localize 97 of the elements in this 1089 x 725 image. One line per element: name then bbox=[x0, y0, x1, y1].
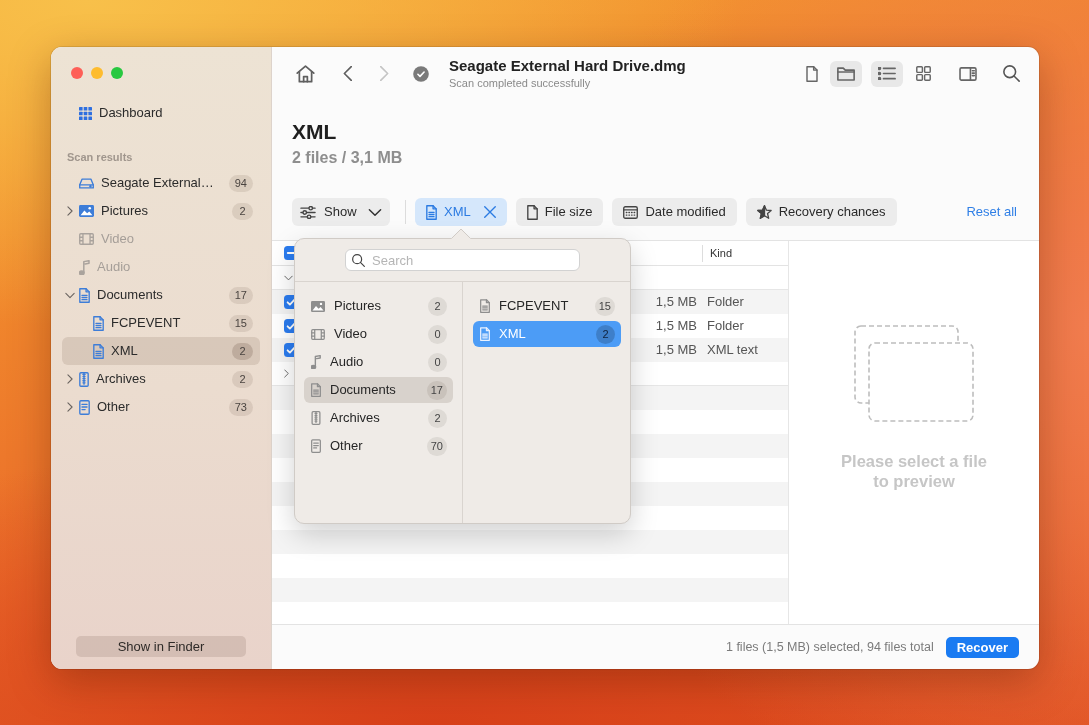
chevron-right-icon[interactable] bbox=[67, 402, 73, 412]
close-window-button[interactable] bbox=[71, 67, 83, 79]
subcategory-item[interactable]: FCPEVENT 15 bbox=[473, 293, 621, 319]
selection-summary: 1 files (1,5 MB) selected, 94 files total bbox=[725, 638, 934, 656]
category-item[interactable]: Audio 0 bbox=[304, 349, 453, 375]
scan-status-text: Scan completed successfully bbox=[449, 77, 592, 90]
page-title: XML bbox=[292, 120, 338, 144]
category-item[interactable]: Video 0 bbox=[304, 321, 453, 347]
chevron-down-icon[interactable] bbox=[65, 291, 75, 299]
sidebar-item[interactable]: XML 2 bbox=[62, 337, 260, 365]
chevron-down-icon[interactable] bbox=[284, 274, 293, 281]
document-icon bbox=[311, 383, 321, 397]
image-icon bbox=[79, 205, 94, 217]
count-badge: 2 bbox=[428, 296, 447, 316]
table-cell-text: Folder bbox=[707, 317, 744, 336]
folder-icon bbox=[837, 66, 855, 81]
count-badge: 15 bbox=[228, 314, 253, 332]
document-icon bbox=[93, 343, 104, 359]
zipper-file-icon bbox=[79, 371, 89, 387]
film-icon bbox=[311, 328, 325, 340]
home-icon[interactable] bbox=[296, 64, 315, 83]
count-badge: 2 bbox=[596, 324, 615, 344]
sidebar-item[interactable]: Documents 17 bbox=[62, 281, 260, 309]
category-item[interactable]: Documents 17 bbox=[304, 377, 453, 403]
count-badge: 17 bbox=[426, 380, 447, 400]
table-cell-text: 1,5 MB bbox=[655, 317, 697, 336]
text-page-icon bbox=[311, 439, 321, 453]
close-icon[interactable] bbox=[483, 206, 496, 218]
file-icon bbox=[806, 65, 818, 82]
table-cell-text: 1,5 MB bbox=[655, 293, 697, 312]
document-icon bbox=[480, 327, 490, 341]
show-dropdown-button[interactable]: Show bbox=[292, 198, 390, 226]
filter-chip[interactable]: Recovery chances bbox=[745, 198, 897, 226]
table-cell-text: XML text bbox=[707, 341, 758, 360]
count-badge: 94 bbox=[228, 174, 253, 192]
count-badge: 15 bbox=[594, 296, 615, 316]
filter-chip[interactable]: Date modified bbox=[612, 198, 737, 226]
sliders-icon bbox=[300, 205, 316, 219]
subcategory-item[interactable]: XML 2 bbox=[473, 321, 621, 347]
table-cell-text: 1,5 MB bbox=[655, 341, 697, 360]
chevron-right-icon[interactable] bbox=[67, 206, 73, 216]
calendar-icon bbox=[623, 205, 639, 219]
file-icon bbox=[526, 204, 538, 220]
chevron-left-icon[interactable] bbox=[343, 66, 352, 81]
sidebar-item[interactable]: Seagate External… 94 bbox=[62, 169, 260, 197]
list-view-button[interactable] bbox=[871, 60, 903, 87]
sidebar-item[interactable]: Dashboard bbox=[62, 99, 260, 127]
reset-all-link[interactable]: Reset all bbox=[966, 202, 1017, 222]
count-badge: 73 bbox=[228, 398, 253, 416]
sidebar-item[interactable]: Archives 2 bbox=[62, 365, 260, 393]
category-item[interactable]: Other 70 bbox=[304, 433, 453, 459]
grid-icon bbox=[915, 66, 931, 81]
document-icon bbox=[79, 287, 90, 303]
column-header[interactable]: Kind bbox=[710, 246, 733, 260]
search-icon bbox=[352, 254, 365, 267]
filter-chip[interactable]: File size bbox=[515, 198, 604, 226]
count-badge: 2 bbox=[428, 408, 447, 428]
category-item[interactable]: Pictures 2 bbox=[304, 293, 453, 319]
document-icon bbox=[426, 204, 437, 220]
count-badge: 70 bbox=[426, 436, 447, 456]
count-badge: 0 bbox=[428, 324, 447, 344]
folder-view-button[interactable] bbox=[830, 60, 862, 87]
hard-drive-icon bbox=[79, 177, 94, 189]
tile-grid-icon bbox=[79, 106, 92, 120]
star-icon bbox=[756, 205, 772, 219]
sidebar-item[interactable]: Other 73 bbox=[62, 393, 260, 421]
recover-button[interactable]: Recover bbox=[945, 636, 1019, 658]
preview-placeholder-text: Please select a file to preview bbox=[840, 451, 988, 491]
table-cell-text: Folder bbox=[707, 293, 744, 312]
count-badge: 0 bbox=[428, 352, 447, 372]
list-icon bbox=[878, 67, 896, 80]
image-icon bbox=[311, 300, 325, 312]
sidebar-item[interactable]: FCPEVENT 15 bbox=[62, 309, 260, 337]
film-icon bbox=[79, 233, 94, 245]
category-item[interactable]: Archives 2 bbox=[304, 405, 453, 431]
text-page-icon bbox=[79, 399, 90, 415]
music-note-icon bbox=[311, 355, 321, 369]
chevron-right-icon[interactable] bbox=[284, 369, 289, 378]
check-circle-icon bbox=[413, 65, 429, 82]
count-badge: 2 bbox=[232, 202, 253, 220]
search-field[interactable]: Search bbox=[345, 249, 580, 271]
count-badge: 2 bbox=[232, 370, 253, 388]
sidebar-item[interactable]: Pictures 2 bbox=[62, 197, 260, 225]
show-in-finder-button[interactable]: Show in Finder bbox=[76, 636, 246, 657]
count-badge: 17 bbox=[228, 286, 253, 304]
window-title: Seagate External Hard Drive.dmg bbox=[449, 57, 686, 75]
document-icon bbox=[93, 315, 104, 331]
sidebar-panel-icon[interactable] bbox=[959, 66, 977, 81]
file-summary-text: 2 files / 3,1 MB bbox=[292, 148, 404, 168]
document-icon bbox=[480, 299, 490, 313]
zipper-file-icon bbox=[311, 411, 321, 425]
section-label: Scan results bbox=[67, 151, 134, 164]
chevron-right-icon[interactable] bbox=[67, 374, 73, 384]
count-badge: 2 bbox=[232, 342, 253, 360]
music-note-icon bbox=[79, 259, 90, 275]
search-icon[interactable] bbox=[1003, 65, 1020, 82]
chevron-down-icon bbox=[368, 207, 382, 217]
